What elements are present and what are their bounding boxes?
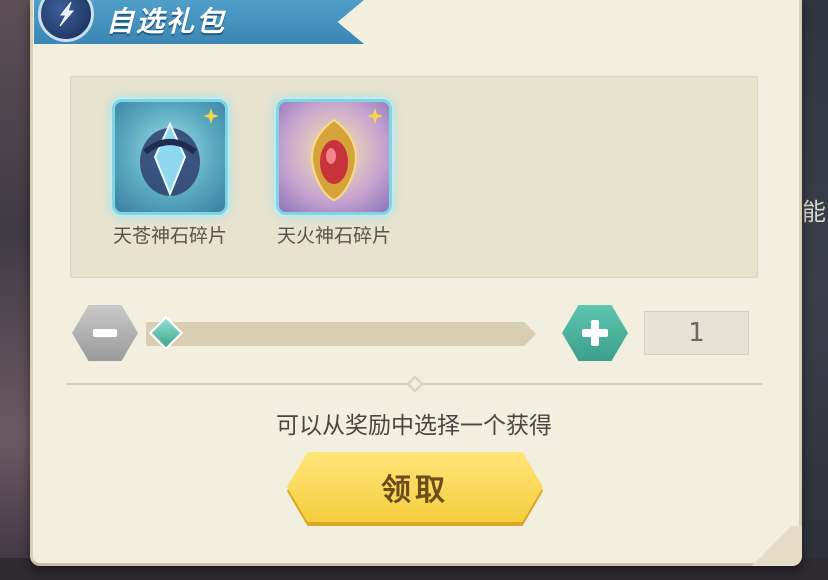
selection-hint: 可以从奖励中选择一个获得 [276,413,552,439]
feather-icon [59,1,75,27]
blue-stone-art [140,121,200,197]
reward-item-label: 天苍神石碎片 [112,225,227,247]
plus-icon [582,320,608,346]
background-peek-text: 能 [802,198,826,226]
quantity-slider-track[interactable] [146,322,536,346]
minus-icon [93,329,117,337]
dialog-title: 自选礼包 [106,5,227,38]
reward-items-area: 天苍神石碎片 天火神石碎片 [70,76,758,278]
reward-item-label: 天火神石碎片 [276,225,391,247]
reward-item-fire-stone[interactable]: 天火神石碎片 [269,99,399,248]
fire-divine-stone-icon[interactable] [276,99,392,215]
claim-button[interactable]: 领取 [287,452,543,522]
reward-item-blue-stone[interactable]: 天苍神石碎片 [105,99,235,248]
fire-stone-art [311,118,357,202]
quantity-field[interactable]: 1 [644,311,749,355]
blue-divine-stone-icon[interactable] [112,99,228,215]
